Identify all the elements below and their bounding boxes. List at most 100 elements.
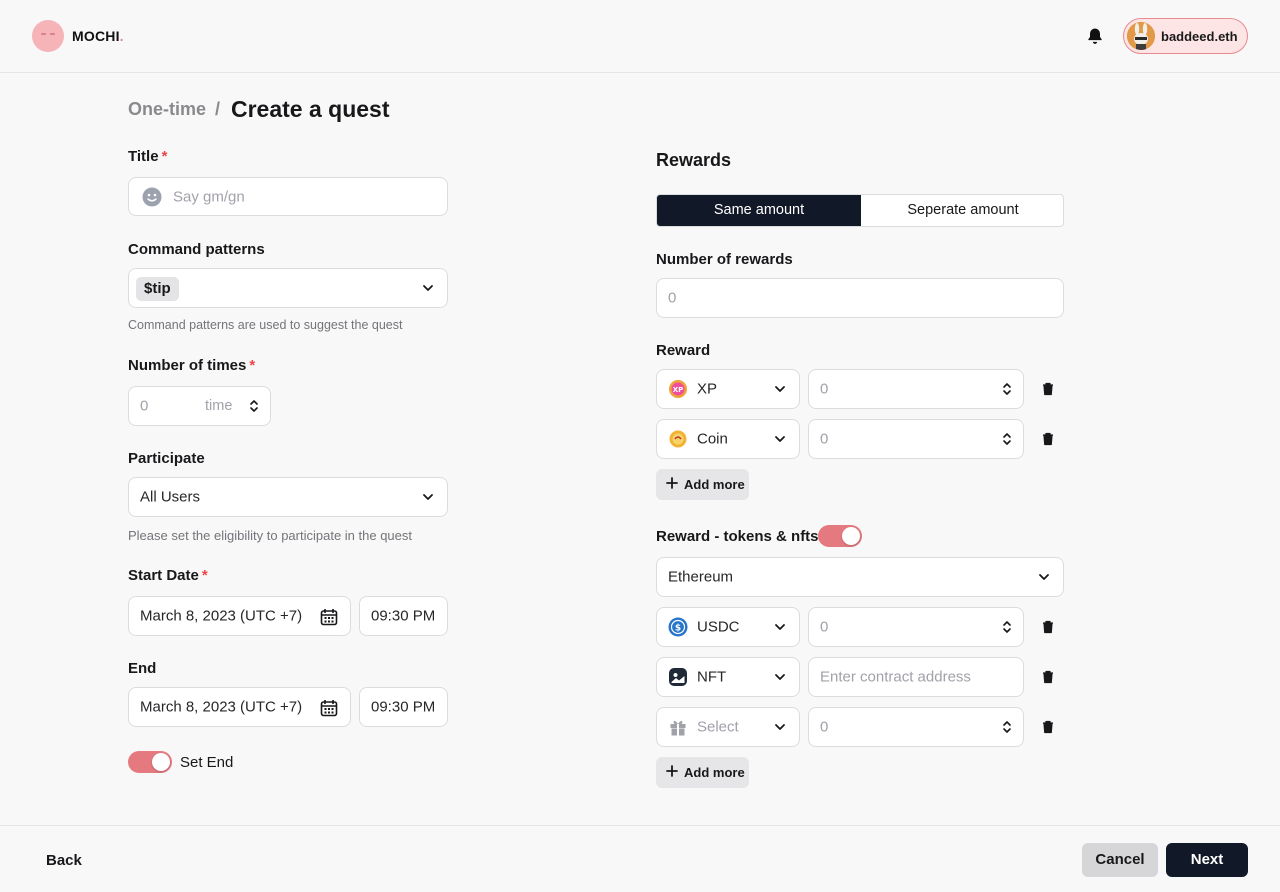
tokens-nfts-label: Reward - tokens & nfts [656, 528, 819, 545]
token-amount-input-usdc[interactable]: 0 [808, 607, 1024, 647]
svg-text:XP: XP [673, 386, 684, 394]
chevron-down-icon [775, 436, 785, 442]
add-more-reward-button[interactable]: Add more [656, 469, 749, 500]
trash-icon[interactable] [1041, 620, 1055, 634]
breadcrumb-parent[interactable]: One-time [128, 99, 206, 120]
contract-address-input[interactable]: Enter contract address [808, 657, 1024, 697]
chevron-down-icon [775, 386, 785, 392]
logo-text[interactable]: MOCHI. [72, 28, 124, 44]
chain-select[interactable]: Ethereum [656, 557, 1064, 597]
end-label: End [128, 660, 157, 677]
chevron-down-icon [775, 674, 785, 680]
chevron-down-icon [1039, 574, 1049, 580]
end-date-picker[interactable]: March 8, 2023 (UTC +7) [128, 687, 351, 727]
add-more-label: Add more [684, 765, 745, 780]
separate-amount-tab[interactable]: Seperate amount [861, 195, 1063, 226]
same-amount-tab[interactable]: Same amount [657, 195, 861, 226]
rewards-count-placeholder: 0 [668, 289, 677, 307]
coin-icon [669, 430, 687, 448]
add-more-token-button[interactable]: Add more [656, 757, 749, 788]
set-end-toggle[interactable] [128, 751, 172, 773]
token-type-label: Select [697, 718, 739, 736]
token-type-select-nft[interactable]: NFT [656, 657, 800, 697]
title-label: Title * [128, 148, 168, 165]
bell-icon[interactable] [1085, 26, 1105, 46]
xp-icon: XP [669, 380, 687, 398]
token-amount-value: 0 [820, 718, 829, 736]
rewards-title: Rewards [656, 150, 732, 170]
set-end-label: Set End [180, 754, 234, 771]
token-type-label: USDC [697, 618, 740, 636]
trash-icon[interactable] [1041, 720, 1055, 734]
start-date-value: March 8, 2023 (UTC +7) [140, 607, 303, 625]
page-title: Create a quest [231, 96, 390, 122]
trash-icon[interactable] [1041, 670, 1055, 684]
reward-amount-segment: Same amount Seperate amount [656, 194, 1064, 227]
reward-type-select-coin[interactable]: Coin [656, 419, 800, 459]
reward-type-select-xp[interactable]: XP XP [656, 369, 800, 409]
times-unit: time [205, 398, 233, 414]
stepper-icon[interactable] [1002, 431, 1012, 447]
top-header: MOCHI. baddeed.eth [0, 0, 1280, 73]
stepper-icon[interactable] [249, 398, 259, 414]
end-time-value: 09:30 PM [371, 698, 436, 716]
number-of-rewards-input[interactable]: 0 [656, 278, 1064, 318]
mochi-logo-icon[interactable] [32, 20, 64, 52]
contract-address-placeholder: Enter contract address [820, 668, 971, 686]
plus-icon [666, 477, 678, 489]
times-value: 0 [140, 397, 149, 415]
command-patterns-select[interactable]: $tip [128, 268, 448, 308]
number-of-times-stepper[interactable]: 0 time [128, 386, 271, 426]
username: baddeed.eth [1161, 29, 1238, 44]
token-amount-input-empty[interactable]: 0 [808, 707, 1024, 747]
start-time-input[interactable]: 09:30 PM [359, 596, 448, 636]
start-time-value: 09:30 PM [371, 607, 436, 625]
token-type-select-empty[interactable]: Select [656, 707, 800, 747]
chevron-down-icon [423, 494, 433, 500]
stepper-icon[interactable] [1002, 719, 1012, 735]
reward-amount-input-xp[interactable]: 0 [808, 369, 1024, 409]
reward-label: Reward [656, 342, 711, 359]
participate-hint: Please set the eligibility to participat… [128, 528, 413, 543]
reward-amount-value: 0 [820, 380, 829, 398]
participate-select[interactable]: All Users [128, 477, 448, 517]
back-button[interactable]: Back [46, 852, 82, 869]
token-type-select-usdc[interactable]: $ USDC [656, 607, 800, 647]
reward-amount-value: 0 [820, 430, 829, 448]
calendar-icon[interactable] [320, 699, 338, 717]
token-amount-value: 0 [820, 618, 829, 636]
user-profile-button[interactable]: baddeed.eth [1123, 18, 1248, 54]
number-of-rewards-label: Number of rewards [656, 251, 793, 268]
emoji-icon[interactable] [142, 187, 162, 207]
tokens-nfts-toggle[interactable] [818, 525, 862, 547]
gift-icon [670, 720, 686, 736]
plus-icon [666, 765, 678, 777]
trash-icon[interactable] [1041, 382, 1055, 396]
nft-icon [669, 668, 687, 686]
chevron-down-icon [775, 624, 785, 630]
stepper-icon[interactable] [1002, 381, 1012, 397]
trash-icon[interactable] [1041, 432, 1055, 446]
start-date-picker[interactable]: March 8, 2023 (UTC +7) [128, 596, 351, 636]
calendar-icon[interactable] [320, 608, 338, 626]
next-button[interactable]: Next [1166, 843, 1248, 877]
command-patterns-label: Command patterns [128, 241, 265, 258]
reward-amount-input-coin[interactable]: 0 [808, 419, 1024, 459]
participate-value: All Users [140, 488, 201, 506]
chain-value: Ethereum [668, 568, 734, 586]
usdc-icon: $ [668, 617, 688, 637]
end-date-value: March 8, 2023 (UTC +7) [140, 698, 303, 716]
svg-text:$: $ [675, 624, 681, 634]
chevron-down-icon [775, 724, 785, 730]
stepper-icon[interactable] [1002, 619, 1012, 635]
avatar [1127, 22, 1155, 50]
command-tag[interactable]: $tip [136, 277, 179, 301]
reward-type-label: XP [697, 380, 718, 398]
chevron-down-icon [423, 285, 433, 291]
start-date-label: Start Date * [128, 567, 208, 584]
end-time-input[interactable]: 09:30 PM [359, 687, 448, 727]
title-placeholder: Say gm/gn [173, 188, 245, 205]
title-input[interactable]: Say gm/gn [128, 177, 448, 216]
participate-label: Participate [128, 450, 205, 467]
cancel-button[interactable]: Cancel [1082, 843, 1158, 877]
